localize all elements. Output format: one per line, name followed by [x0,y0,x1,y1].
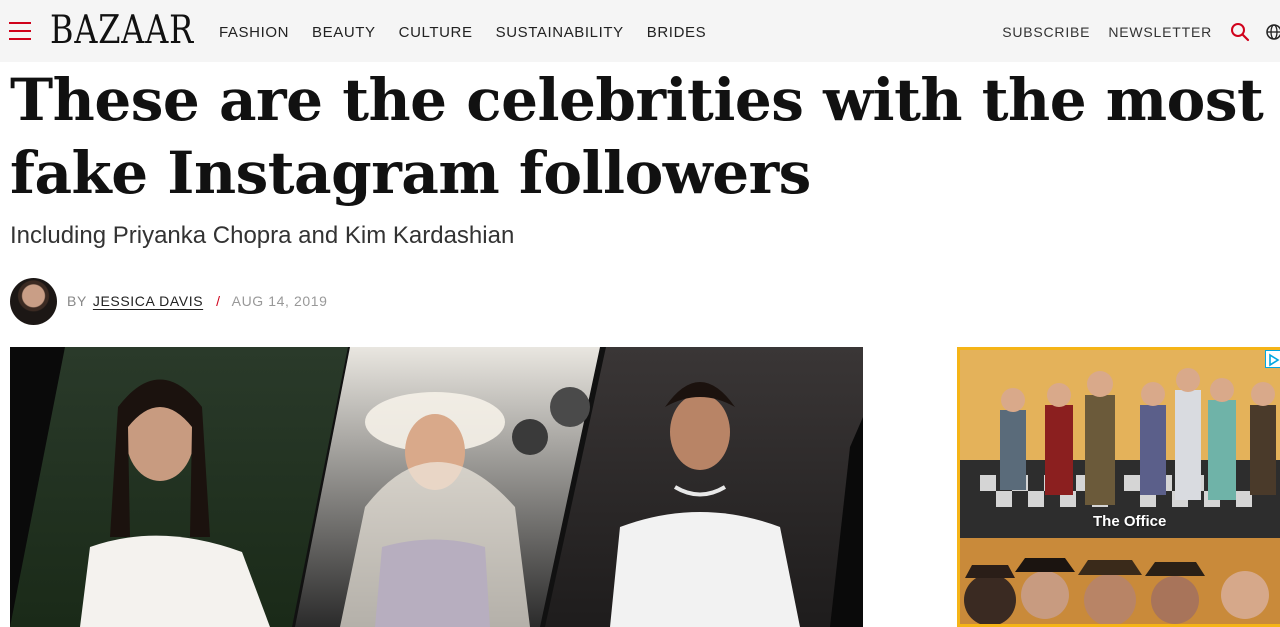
nav-item-sustainability[interactable]: SUSTAINABILITY [496,24,624,41]
author-avatar[interactable] [10,278,57,325]
byline-label: BY [67,293,87,309]
header-utilities: SUBSCRIBE NEWSLETTER [1002,22,1280,42]
ad-title: The Office [1093,513,1167,530]
site-logo[interactable]: BAZAAR [50,9,194,53]
nav-item-brides[interactable]: BRIDES [647,24,706,41]
main-nav: FASHION BEAUTY CULTURE SUSTAINABILITY BR… [219,24,729,41]
site-header: BAZAAR FASHION BEAUTY CULTURE SUSTAINABI… [0,0,1280,62]
author-link[interactable]: JESSICA DAVIS [93,293,203,309]
byline: BY JESSICA DAVIS / AUG 14, 2019 [67,293,328,309]
publish-date: AUG 14, 2019 [231,293,328,309]
article-title: These are the celebrities with the most … [10,66,1264,207]
hero-image [10,347,863,627]
newsletter-link[interactable]: NEWSLETTER [1108,24,1212,40]
ad-choices-icon[interactable] [1265,350,1280,368]
article-dek: Including Priyanka Chopra and Kim Kardas… [10,222,515,249]
nav-item-beauty[interactable]: BEAUTY [312,24,376,41]
globe-icon[interactable] [1264,22,1280,42]
nav-item-culture[interactable]: CULTURE [399,24,473,41]
nav-item-fashion[interactable]: FASHION [219,24,289,41]
subscribe-link[interactable]: SUBSCRIBE [1002,24,1090,40]
byline-separator: / [216,293,221,309]
ad-banner[interactable]: The Office [957,347,1280,627]
menu-icon[interactable] [9,22,31,40]
search-icon[interactable] [1230,22,1250,42]
